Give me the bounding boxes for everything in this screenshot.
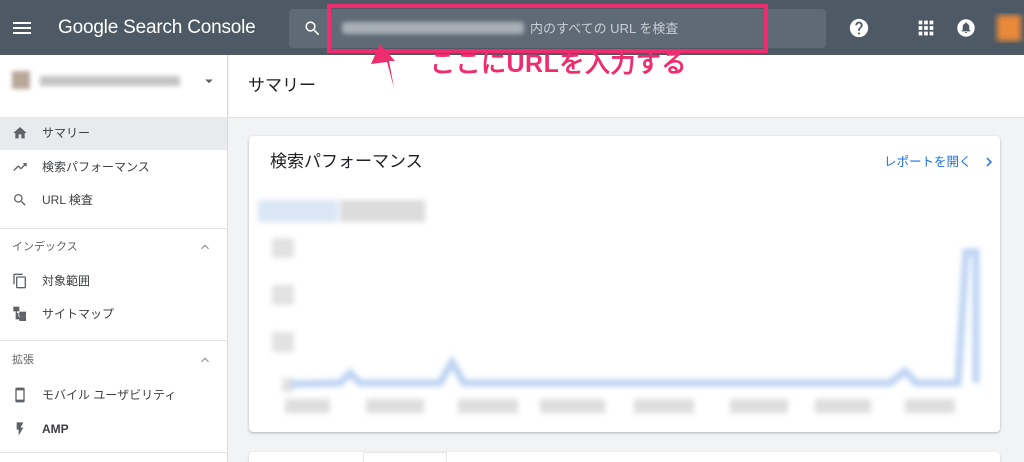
sidebar-section-index[interactable]: インデックス bbox=[0, 230, 227, 264]
sidebar-section-enhancements[interactable]: 拡張 bbox=[0, 343, 227, 377]
blurred-property-url bbox=[342, 22, 524, 34]
x-axis-label bbox=[634, 399, 694, 413]
sidebar-item-label: 検索パフォーマンス bbox=[42, 160, 150, 174]
y-axis-label bbox=[272, 285, 294, 305]
x-axis-label bbox=[905, 399, 955, 413]
x-axis-label bbox=[540, 399, 605, 413]
sitemap-icon bbox=[13, 306, 26, 321]
secondary-card bbox=[249, 452, 1000, 462]
help-button[interactable] bbox=[848, 17, 870, 39]
chevron-right-icon[interactable] bbox=[980, 153, 998, 171]
menu-icon[interactable] bbox=[13, 22, 31, 34]
chevron-up-icon[interactable] bbox=[197, 239, 213, 255]
section-title: 拡張 bbox=[12, 354, 34, 366]
annotation-arrow-icon bbox=[371, 44, 395, 88]
search-console-window: Google Search Console 内のすべての URL を検査 サマリ… bbox=[0, 0, 1024, 462]
sidebar-divider bbox=[0, 452, 227, 453]
property-favicon bbox=[12, 71, 30, 89]
search-icon[interactable] bbox=[303, 19, 322, 38]
sidebar-item-url-inspection[interactable]: URL 検査 bbox=[0, 183, 227, 217]
sidebar-item-label: 対象範囲 bbox=[42, 274, 91, 288]
dropdown-caret-icon[interactable] bbox=[200, 72, 218, 90]
search-placeholder: 内のすべての URL を検査 bbox=[530, 21, 679, 36]
sidebar-divider bbox=[0, 340, 227, 341]
card-title: 検索パフォーマンス bbox=[270, 152, 423, 171]
x-axis-label bbox=[285, 399, 330, 413]
open-report-link[interactable]: レポートを開く bbox=[884, 152, 972, 172]
menu-button[interactable] bbox=[8, 14, 36, 42]
notifications-button[interactable] bbox=[955, 17, 977, 39]
product-logo[interactable]: Google Search Console bbox=[58, 14, 256, 42]
home-icon bbox=[13, 127, 27, 139]
trending-up-icon bbox=[13, 163, 27, 171]
notifications-icon[interactable] bbox=[955, 17, 977, 39]
sidebar-item-amp[interactable]: AMP bbox=[0, 412, 227, 446]
apps-button[interactable] bbox=[915, 17, 937, 39]
sidebar-item-summary[interactable]: サマリー bbox=[0, 117, 227, 150]
sidebar-item-search-performance[interactable]: 検索パフォーマンス bbox=[0, 150, 227, 184]
account-avatar[interactable] bbox=[993, 13, 1024, 43]
sidebar-item-coverage[interactable]: 対象範囲 bbox=[0, 264, 227, 298]
blurred-property-name bbox=[40, 76, 180, 86]
sidebar-item-label: サイトマップ bbox=[42, 307, 115, 321]
flash-icon bbox=[16, 422, 24, 436]
chart-legend-impressions bbox=[340, 200, 425, 222]
sidebar-item-label: モバイル ユーザビリティ bbox=[42, 388, 177, 402]
clicks-line bbox=[289, 248, 980, 388]
property-selector[interactable] bbox=[0, 55, 227, 110]
top-app-bar: Google Search Console 内のすべての URL を検査 bbox=[0, 0, 1024, 55]
x-axis-label bbox=[366, 399, 424, 413]
sidebar-item-label: URL 検査 bbox=[42, 193, 93, 207]
search-icon bbox=[14, 194, 26, 206]
copy-icon bbox=[13, 273, 26, 289]
chevron-up-icon[interactable] bbox=[197, 352, 213, 368]
avatar-image bbox=[997, 15, 1021, 41]
section-title: インデックス bbox=[12, 241, 78, 253]
x-axis-label bbox=[458, 399, 518, 413]
apps-icon[interactable] bbox=[915, 17, 937, 39]
sidebar-divider bbox=[0, 228, 227, 229]
smartphone-icon bbox=[15, 387, 25, 403]
sidebar-item-label: サマリー bbox=[42, 126, 91, 140]
help-icon[interactable] bbox=[848, 17, 870, 39]
y-axis-label bbox=[272, 238, 294, 258]
page-title: サマリー bbox=[248, 76, 316, 95]
sidebar: サマリー 検索パフォーマンス URL 検査 インデックス 対象範囲 サイトマップ… bbox=[0, 55, 228, 462]
sidebar-item-sitemaps[interactable]: サイトマップ bbox=[0, 297, 227, 331]
y-axis-label bbox=[272, 332, 294, 352]
x-axis-label bbox=[815, 399, 871, 413]
performance-chart bbox=[258, 200, 980, 413]
card-tab[interactable] bbox=[363, 452, 447, 462]
sidebar-item-label: AMP bbox=[42, 422, 69, 436]
annotation-callout: ここにURLを入力する bbox=[430, 50, 687, 78]
sidebar-item-mobile-usability[interactable]: モバイル ユーザビリティ bbox=[0, 378, 227, 412]
chart-legend-clicks bbox=[258, 200, 338, 222]
x-axis-label bbox=[730, 399, 788, 413]
